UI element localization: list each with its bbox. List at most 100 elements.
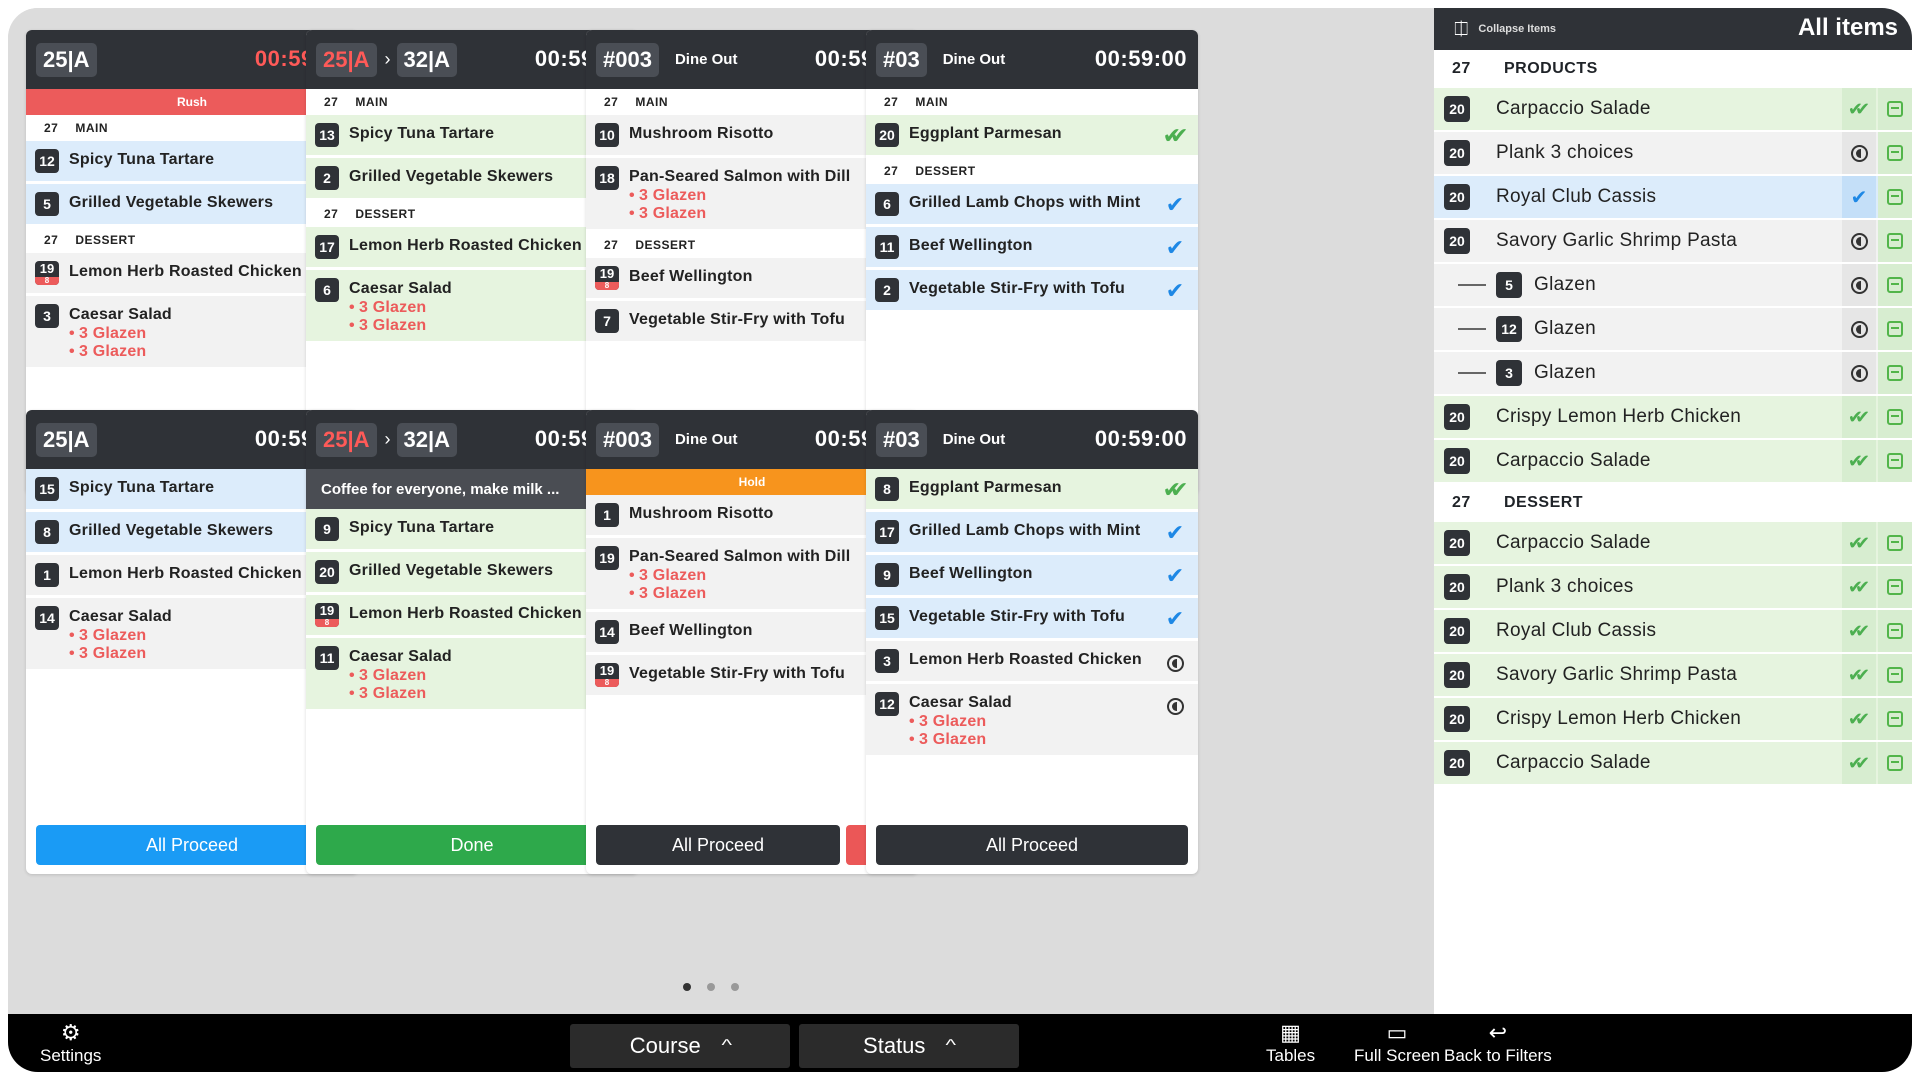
sidebar-item[interactable]: 20 Crispy Lemon Herb Chicken ✔✔: [1434, 396, 1912, 440]
status-cell[interactable]: [1842, 220, 1876, 262]
quantity-value: 20: [319, 564, 335, 580]
check-icon[interactable]: ✔: [1162, 235, 1188, 261]
item-name: Grilled Lamb Chops with Mint: [909, 518, 1162, 540]
settings-button[interactable]: ⚙ Settings: [40, 1020, 101, 1066]
quantity-value: 5: [43, 196, 51, 212]
check-icon[interactable]: ✔: [1162, 563, 1188, 589]
all-proceed-button[interactable]: All Proceed: [36, 825, 348, 865]
status-cell[interactable]: [1842, 132, 1876, 174]
box-cell[interactable]: [1878, 742, 1912, 784]
sidebar-item[interactable]: 20 Plank 3 choices ✔✔: [1434, 566, 1912, 610]
order-item[interactable]: 20 Eggplant Parmesan ✔✔: [866, 115, 1198, 158]
pager-dot[interactable]: [683, 983, 691, 991]
sidebar-item[interactable]: 20 Carpaccio Salade ✔✔: [1434, 88, 1912, 132]
sidebar-item[interactable]: 20 Carpaccio Salade ✔✔: [1434, 742, 1912, 786]
box-cell[interactable]: [1878, 308, 1912, 350]
full-screen-button[interactable]: ▭ Full Screen: [1354, 1020, 1440, 1066]
box-cell[interactable]: [1878, 88, 1912, 130]
order-item[interactable]: 8 Eggplant Parmesan ✔✔: [866, 469, 1198, 512]
ticket-header[interactable]: #03 Dine Out 00:59:00: [866, 30, 1198, 89]
item-title: Caesar Salad: [69, 306, 172, 323]
status-cell[interactable]: ✔✔: [1842, 396, 1876, 438]
order-item[interactable]: 11 Beef Wellington ✔: [866, 227, 1198, 270]
double-check-icon[interactable]: ✔✔: [1162, 477, 1189, 503]
sidebar-item[interactable]: 20 Savory Garlic Shrimp Pasta ✔✔: [1434, 654, 1912, 698]
table-chip: #03: [876, 42, 927, 77]
box-cell[interactable]: [1878, 220, 1912, 262]
order-item[interactable]: 3 Lemon Herb Roasted Chicken: [866, 641, 1198, 684]
ticket-header[interactable]: #03 Dine Out 00:59:00: [866, 410, 1198, 469]
sidebar-item[interactable]: 20 Carpaccio Salade ✔✔: [1434, 440, 1912, 484]
status-cell[interactable]: [1842, 352, 1876, 394]
box-cell[interactable]: [1878, 698, 1912, 740]
box-cell[interactable]: [1878, 176, 1912, 218]
sidebar-item[interactable]: 20 Savory Garlic Shrimp Pasta: [1434, 220, 1912, 264]
check-icon[interactable]: ✔: [1162, 278, 1188, 304]
sidebar-item[interactable]: 20 Royal Club Cassis ✔: [1434, 176, 1912, 220]
order-item[interactable]: 6 Grilled Lamb Chops with Mint ✔: [866, 184, 1198, 227]
box-cell[interactable]: [1878, 440, 1912, 482]
order-item[interactable]: 2 Vegetable Stir-Fry with Tofu ✔: [866, 270, 1198, 313]
all-proceed-button[interactable]: All Proceed: [596, 825, 840, 865]
collapse-items-button[interactable]: Collapse Items: [1478, 23, 1556, 35]
item-name: Caesar Salad 3 Glazen3 Glazen: [69, 302, 322, 361]
section-name: PRODUCTS: [1504, 60, 1598, 77]
sidebar-item[interactable]: 20 Carpaccio Salade ✔✔: [1434, 522, 1912, 566]
check-icon[interactable]: ✔: [1162, 606, 1188, 632]
sidebar-item[interactable]: 5 Glazen: [1434, 264, 1912, 308]
modifier: 3 Glazen: [629, 585, 882, 603]
pending-icon[interactable]: [1162, 649, 1188, 675]
quantity-badge: 15: [35, 477, 59, 501]
order-item[interactable]: 9 Beef Wellington ✔: [866, 555, 1198, 598]
sidebar-item[interactable]: 3 Glazen: [1434, 352, 1912, 396]
done-button[interactable]: Done: [316, 825, 628, 865]
status-cell[interactable]: ✔✔: [1842, 440, 1876, 482]
item-name: Vegetable Stir-Fry with Tofu: [629, 661, 882, 683]
item-name: Eggplant Parmesan: [909, 121, 1162, 143]
collapse-icon[interactable]: ⎅: [1454, 19, 1468, 40]
status-cell[interactable]: [1842, 308, 1876, 350]
tables-button[interactable]: ▦ Tables: [1266, 1020, 1315, 1066]
order-item[interactable]: 17 Grilled Lamb Chops with Mint ✔: [866, 512, 1198, 555]
order-item[interactable]: 12 Caesar Salad 3 Glazen3 Glazen: [866, 684, 1198, 758]
quantity-value: 14: [39, 610, 55, 626]
all-proceed-button[interactable]: All Proceed: [876, 825, 1188, 865]
sidebar-item[interactable]: 20 Crispy Lemon Herb Chicken ✔✔: [1434, 698, 1912, 742]
status-cell[interactable]: ✔✔: [1842, 522, 1876, 564]
box-cell[interactable]: [1878, 132, 1912, 174]
item-title: Spicy Tuna Tartare: [69, 151, 215, 168]
box-cell[interactable]: [1878, 352, 1912, 394]
pager-dot[interactable]: [707, 983, 715, 991]
box-cell[interactable]: [1878, 654, 1912, 696]
double-check-icon[interactable]: ✔✔: [1162, 123, 1189, 149]
pending-icon[interactable]: [1162, 692, 1188, 718]
course-dropdown[interactable]: Course ^: [570, 1024, 790, 1068]
box-cell[interactable]: [1878, 264, 1912, 306]
status-dropdown[interactable]: Status ^: [799, 1024, 1019, 1068]
sidebar-item-name: Carpaccio Salade: [1496, 450, 1651, 471]
sidebar-item[interactable]: 12 Glazen: [1434, 308, 1912, 352]
back-to-filters-button[interactable]: ↩ Back to Filters: [1444, 1020, 1552, 1066]
sidebar-item[interactable]: 20 Royal Club Cassis ✔✔: [1434, 610, 1912, 654]
status-cell[interactable]: ✔✔: [1842, 654, 1876, 696]
quantity-value: 19: [599, 266, 615, 281]
status-cell[interactable]: ✔✔: [1842, 88, 1876, 130]
status-cell[interactable]: ✔: [1842, 176, 1876, 218]
box-cell[interactable]: [1878, 610, 1912, 652]
box-cell[interactable]: [1878, 396, 1912, 438]
box-cell[interactable]: [1878, 522, 1912, 564]
item-name: Eggplant Parmesan: [909, 475, 1162, 497]
status-cell[interactable]: ✔✔: [1842, 566, 1876, 608]
status-cell[interactable]: [1842, 264, 1876, 306]
status-cell[interactable]: ✔✔: [1842, 698, 1876, 740]
pager-dot[interactable]: [731, 983, 739, 991]
status-cell[interactable]: ✔✔: [1842, 742, 1876, 784]
sidebar-item[interactable]: 20 Plank 3 choices: [1434, 132, 1912, 176]
double-check-icon: ✔✔: [1847, 664, 1870, 685]
item-title: Grilled Lamb Chops with Mint: [909, 194, 1141, 211]
check-icon[interactable]: ✔: [1162, 520, 1188, 546]
status-cell[interactable]: ✔✔: [1842, 610, 1876, 652]
box-cell[interactable]: [1878, 566, 1912, 608]
check-icon[interactable]: ✔: [1162, 192, 1188, 218]
order-item[interactable]: 15 Vegetable Stir-Fry with Tofu ✔: [866, 598, 1198, 641]
